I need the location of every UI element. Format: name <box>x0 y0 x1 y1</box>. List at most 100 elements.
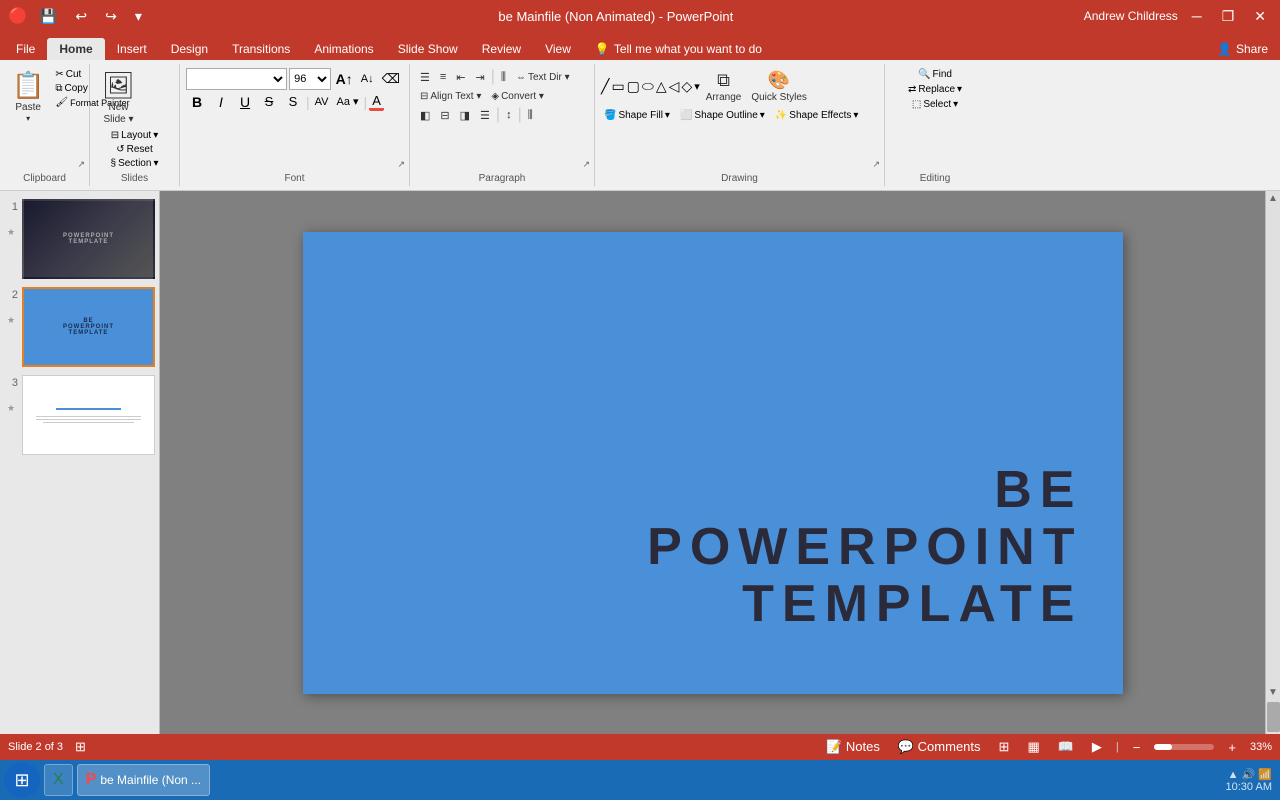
tab-animations[interactable]: Animations <box>302 38 385 60</box>
slide-item-3[interactable]: 3 ★ <box>4 375 155 455</box>
font-name-select[interactable] <box>186 68 287 90</box>
clear-format-button[interactable]: ⌫ <box>379 70 403 88</box>
paste-button[interactable]: 📋 Paste ▾ <box>6 68 50 125</box>
bullets-button[interactable]: ☰ <box>416 69 434 86</box>
tab-transitions[interactable]: Transitions <box>220 38 302 60</box>
shape-more-icon[interactable]: ▾ <box>694 80 700 93</box>
scroll-down-button[interactable]: ▼ <box>1266 685 1280 700</box>
share-button[interactable]: 👤 Share <box>1205 38 1280 60</box>
increase-font-button[interactable]: A↑ <box>333 70 356 88</box>
decrease-font-button[interactable]: A↓ <box>358 72 377 86</box>
shape-effects-button[interactable]: ✨ Shape Effects ▾ <box>772 109 862 122</box>
align-left-button[interactable]: ◧ <box>416 107 434 124</box>
font-size-select[interactable]: 96 <box>289 68 330 90</box>
right-scrollbar[interactable]: ▲ ▼ <box>1265 191 1280 734</box>
taskbar: ⊞ X P be Mainfile (Non ... ▲ 🔊 📶 10:30 A… <box>0 760 1280 800</box>
tab-home[interactable]: Home <box>47 38 104 60</box>
section-button[interactable]: § Section ▾ <box>108 157 162 170</box>
align-right-button[interactable]: ◨ <box>456 107 474 124</box>
shape-diamond-icon: ◇ <box>681 78 692 95</box>
tab-slideshow[interactable]: Slide Show <box>386 38 470 60</box>
reading-view-button[interactable]: 📖 <box>1054 737 1078 757</box>
taskbar-powerpoint[interactable]: P be Mainfile (Non ... <box>77 764 210 796</box>
scrollbar-thumb[interactable] <box>1267 702 1280 732</box>
layout-button[interactable]: ⊟ Layout ▾ <box>108 129 161 142</box>
font-color-button[interactable]: A <box>369 92 384 111</box>
normal-view-button[interactable]: ▦ <box>1023 737 1043 757</box>
increase-indent-button[interactable]: ⇥ <box>472 69 489 86</box>
numbering-button[interactable]: ≡ <box>436 69 450 85</box>
columns-button[interactable]: ⫼ <box>497 69 510 86</box>
slide-item-2[interactable]: 2 ★ BEPOWERPOINTTEMPLATE <box>4 287 155 367</box>
text-direction-button[interactable]: ⇔ Text Dir ▾ <box>512 70 574 85</box>
justify-button[interactable]: ☰ <box>476 107 494 124</box>
align-text-button[interactable]: ⊟ Align Text ▾ <box>416 89 485 104</box>
convert-smartart-button[interactable]: ◈ Convert ▾ <box>487 89 548 104</box>
clipboard-label: Clipboard <box>0 173 89 184</box>
slide-sorter-button[interactable]: ⊞ <box>995 737 1014 757</box>
shape-line-icon: ╱ <box>601 78 609 95</box>
line-spacing-button[interactable]: ↕ <box>502 107 516 123</box>
slide-canvas[interactable]: BE POWERPOINT TEMPLATE <box>303 232 1123 694</box>
slideshow-button[interactable]: ▶ <box>1088 737 1106 757</box>
tab-insert[interactable]: Insert <box>105 38 159 60</box>
comments-button[interactable]: 💬 Comments <box>894 737 985 757</box>
title-bar: 🔴 💾 ↩ ↪ ▾ be Mainfile (Non Animated) - P… <box>0 0 1280 32</box>
title-bar-right: Andrew Childress ─ ❐ ✕ <box>1084 6 1272 27</box>
find-button[interactable]: 🔍 Find <box>915 68 955 81</box>
drawing-expand-button[interactable]: ↗ <box>870 157 882 172</box>
shape-fill-button[interactable]: 🪣 Shape Fill ▾ <box>601 109 673 122</box>
align-center-button[interactable]: ⊟ <box>436 107 453 124</box>
save-titlebar-button[interactable]: 💾 <box>34 6 63 27</box>
replace-button[interactable]: ⇄ Replace ▾ <box>905 83 965 96</box>
columns-2-button[interactable]: ⫼ <box>524 107 537 124</box>
tab-file[interactable]: File <box>4 38 47 60</box>
taskbar-excel[interactable]: X <box>44 764 73 796</box>
decrease-indent-button[interactable]: ⇤ <box>452 69 469 86</box>
strikethrough-button[interactable]: S <box>258 93 280 110</box>
italic-button[interactable]: I <box>210 93 232 111</box>
close-button[interactable]: ✕ <box>1248 6 1272 27</box>
char-spacing-button[interactable]: AV <box>312 95 332 109</box>
arrange-button[interactable]: ⧉ Arrange <box>702 68 746 105</box>
slide-thumb-1[interactable]: POWERPOINTTEMPLATE <box>22 199 155 279</box>
tab-design[interactable]: Design <box>159 38 220 60</box>
start-button[interactable]: ⊞ <box>4 762 40 798</box>
slide-thumb-3[interactable] <box>22 375 155 455</box>
status-right: 📝 Notes 💬 Comments ⊞ ▦ 📖 ▶ | − + 33% <box>822 737 1272 757</box>
undo-button[interactable]: ↩ <box>69 6 93 27</box>
slide-number-1: 1 <box>4 201 18 213</box>
tab-view[interactable]: View <box>533 38 583 60</box>
bold-button[interactable]: B <box>186 93 208 111</box>
tab-review[interactable]: Review <box>470 38 533 60</box>
slide-thumb-2[interactable]: BEPOWERPOINTTEMPLATE <box>22 287 155 367</box>
change-case-button[interactable]: Aa ▾ <box>334 94 362 109</box>
new-slide-button[interactable]: 🖼 New Slide ▾ <box>96 68 141 127</box>
tab-tellme[interactable]: 💡 Tell me what you want to do <box>583 38 774 60</box>
notes-button[interactable]: 📝 Notes <box>822 737 884 757</box>
scroll-up-button[interactable]: ▲ <box>1266 191 1280 206</box>
shape-fill-icon: 🪣 <box>604 110 616 121</box>
shape-outline-button[interactable]: ⬜ Shape Outline ▾ <box>677 109 768 122</box>
paragraph-expand-button[interactable]: ↗ <box>580 157 592 172</box>
quick-styles-button[interactable]: 🎨 Quick Styles <box>747 68 811 105</box>
underline-button[interactable]: U <box>234 93 256 111</box>
clipboard-expand-button[interactable]: ↗ <box>75 157 87 172</box>
fit-slide-button[interactable]: ⊞ <box>71 737 90 757</box>
select-button[interactable]: ⬚ Select ▾ <box>909 98 961 111</box>
reset-button[interactable]: ↺ Reset <box>113 143 156 156</box>
slide-item-1[interactable]: 1 ★ POWERPOINTTEMPLATE <box>4 199 155 279</box>
zoom-in-button[interactable]: + <box>1224 738 1240 757</box>
zoom-out-button[interactable]: − <box>1129 738 1145 757</box>
zoom-slider[interactable] <box>1154 744 1214 750</box>
canvas-area: BE POWERPOINT TEMPLATE <box>160 191 1265 734</box>
restore-button[interactable]: ❐ <box>1216 6 1241 27</box>
font-expand-button[interactable]: ↗ <box>395 157 407 172</box>
paragraph-label: Paragraph <box>410 173 594 184</box>
shadow-button[interactable]: S <box>282 93 304 110</box>
copy-icon: ⧉ <box>55 83 62 94</box>
minimize-button[interactable]: ─ <box>1186 6 1208 26</box>
comments-icon: 💬 <box>898 739 914 754</box>
customize-button[interactable]: ▾ <box>129 6 148 27</box>
redo-button[interactable]: ↪ <box>99 6 123 27</box>
